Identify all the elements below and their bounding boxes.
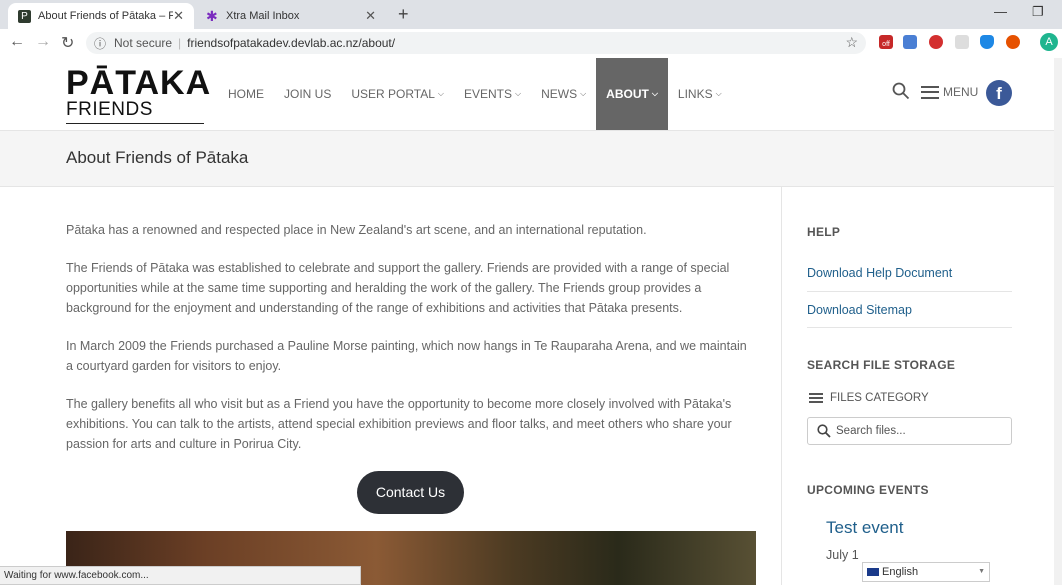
search-file-heading-text: SEARCH FILE STORAGE (807, 358, 956, 372)
tab-title: About Friends of Pātaka – Friend (38, 10, 173, 22)
download-help-link[interactable]: Download Help Document (807, 266, 1012, 280)
paragraph: The Friends of Pātaka was established to… (66, 261, 730, 315)
hamburger-icon (921, 85, 939, 99)
extension-off-icon[interactable]: off (879, 35, 893, 49)
logo-bottom-text: FRIENDS (66, 99, 153, 120)
chevron-down-icon: ⌵ (715, 89, 722, 98)
hamburger-icon (809, 393, 823, 403)
download-sitemap-link[interactable]: Download Sitemap (807, 303, 1012, 317)
sidebar-rule (807, 327, 1012, 328)
extension-adblock-icon[interactable] (929, 35, 943, 49)
menu-label: MENU (943, 85, 979, 99)
search-files-input[interactable]: Search files... (807, 417, 1012, 445)
chevron-down-icon: ⌵ (437, 89, 444, 98)
url-text[interactable]: friendsofpatakadev.devlab.ac.nz/about/ (187, 36, 395, 50)
tab-title: Xtra Mail Inbox (226, 10, 300, 22)
files-category-toggle[interactable]: FILES CATEGORY (809, 392, 929, 404)
upcoming-events-heading-text: UPCOMING EVENTS (807, 483, 929, 497)
browser-tab-bar: P About Friends of Pātaka – Friend ✕ ✱ X… (0, 0, 1062, 29)
site-header: PĀTAKA FRIENDS HOME JOIN US USER PORTAL ⌵… (0, 58, 1062, 131)
tab-about-friends[interactable]: P About Friends of Pātaka – Friend ✕ (8, 3, 194, 29)
chevron-down-icon: ⌵ (651, 89, 658, 98)
search-icon[interactable] (892, 82, 910, 100)
sidebar-rule (807, 291, 1012, 292)
page-title: About Friends of Pātaka (66, 148, 249, 167)
nav-label: ABOUT (606, 87, 649, 101)
extension-grey-icon[interactable] (955, 35, 969, 49)
close-tab-icon[interactable]: ✕ (365, 8, 376, 24)
nav-item-news[interactable]: NEWS ⌵ (531, 58, 596, 130)
close-tab-icon[interactable]: ✕ (173, 8, 184, 24)
not-secure-label: Not secure (114, 36, 173, 50)
facebook-icon[interactable]: f (986, 80, 1012, 106)
omnibox-divider: | (178, 36, 182, 50)
forward-arrow-icon[interactable]: → (35, 33, 51, 51)
dropdown-arrow-icon: ▼ (978, 568, 985, 575)
chevron-down-icon: ⌵ (580, 89, 587, 98)
page-scrollbar[interactable] (1054, 58, 1062, 585)
contact-us-button[interactable]: Contact Us (357, 471, 464, 514)
extension-translate-icon[interactable] (903, 35, 917, 49)
files-category-label: FILES CATEGORY (830, 392, 929, 404)
nav-label: LINKS (677, 87, 713, 101)
nav-item-user-portal[interactable]: USER PORTAL ⌵ (341, 58, 454, 130)
event-date: July 1 (826, 548, 859, 562)
nav-label: USER PORTAL (351, 87, 435, 101)
reload-icon[interactable]: ↻ (61, 33, 74, 53)
paragraph: Pātaka has a renowned and respected plac… (66, 223, 647, 237)
status-bar: Waiting for www.facebook.com... (0, 566, 361, 585)
main-content: Pātaka has a renowned and respected plac… (66, 220, 756, 472)
chevron-down-icon: ⌵ (515, 89, 522, 98)
nav-label: NEWS (541, 87, 578, 101)
bookmark-star-icon[interactable]: ☆ (845, 34, 858, 51)
search-file-heading: SEARCH FILE STORAGE (807, 356, 1012, 374)
extension-shield-icon[interactable] (980, 35, 994, 49)
restore-button[interactable]: ❐ (1032, 4, 1044, 20)
logo-rule (66, 123, 204, 124)
help-heading: HELP (807, 223, 1012, 241)
paragraph: The gallery benefits all who visit but a… (66, 397, 732, 451)
xtra-star-icon: ✱ (206, 7, 218, 24)
nav-item-about[interactable]: ABOUT ⌵ (596, 58, 668, 130)
help-heading-text: HELP (807, 225, 841, 239)
uk-flag-icon (867, 568, 879, 576)
omnibox[interactable]: ⓘ Not secure | friendsofpatakadev.devlab… (86, 32, 866, 54)
page-title-band: About Friends of Pātaka (0, 131, 1062, 187)
nav-item-events[interactable]: EVENTS ⌵ (454, 58, 531, 130)
main-nav: HOME JOIN US USER PORTAL ⌵ EVENTS ⌵ NEWS ⌵ … (218, 58, 732, 130)
nav-item-home[interactable]: HOME (218, 58, 274, 130)
sidebar-divider (781, 186, 782, 585)
search-icon (817, 424, 831, 438)
nav-label: JOIN US (284, 87, 332, 101)
search-files-placeholder: Search files... (836, 425, 906, 437)
minimize-button[interactable]: — (994, 4, 1007, 19)
nav-item-join-us[interactable]: JOIN US (274, 58, 341, 130)
extension-orange-icon[interactable] (1006, 35, 1020, 49)
new-tab-button[interactable]: + (398, 4, 409, 25)
upcoming-events-heading: UPCOMING EVENTS (807, 481, 1012, 499)
back-arrow-icon[interactable]: ← (9, 33, 25, 51)
language-selector[interactable]: English ▼ (862, 562, 990, 582)
nav-label: HOME (228, 87, 264, 101)
nav-label: EVENTS (464, 87, 513, 101)
language-label: English (882, 566, 919, 578)
logo-top-text: PĀTAKA (66, 64, 212, 102)
pataka-friends-logo[interactable]: PĀTAKA FRIENDS (66, 64, 212, 124)
info-icon[interactable]: ⓘ (94, 35, 106, 52)
event-title-link[interactable]: Test event (826, 518, 904, 538)
menu-button[interactable]: MENU (921, 85, 978, 99)
profile-avatar[interactable]: A (1040, 33, 1058, 51)
paragraph: In March 2009 the Friends purchased a Pa… (66, 339, 747, 373)
tab-xtra-mail[interactable]: ✱ Xtra Mail Inbox ✕ (196, 3, 386, 29)
address-bar-row: ← → ↻ ⓘ Not secure | friendsofpatakadev.… (0, 29, 1062, 59)
pataka-favicon-icon: P (18, 9, 31, 23)
nav-item-links[interactable]: LINKS ⌵ (668, 58, 732, 130)
